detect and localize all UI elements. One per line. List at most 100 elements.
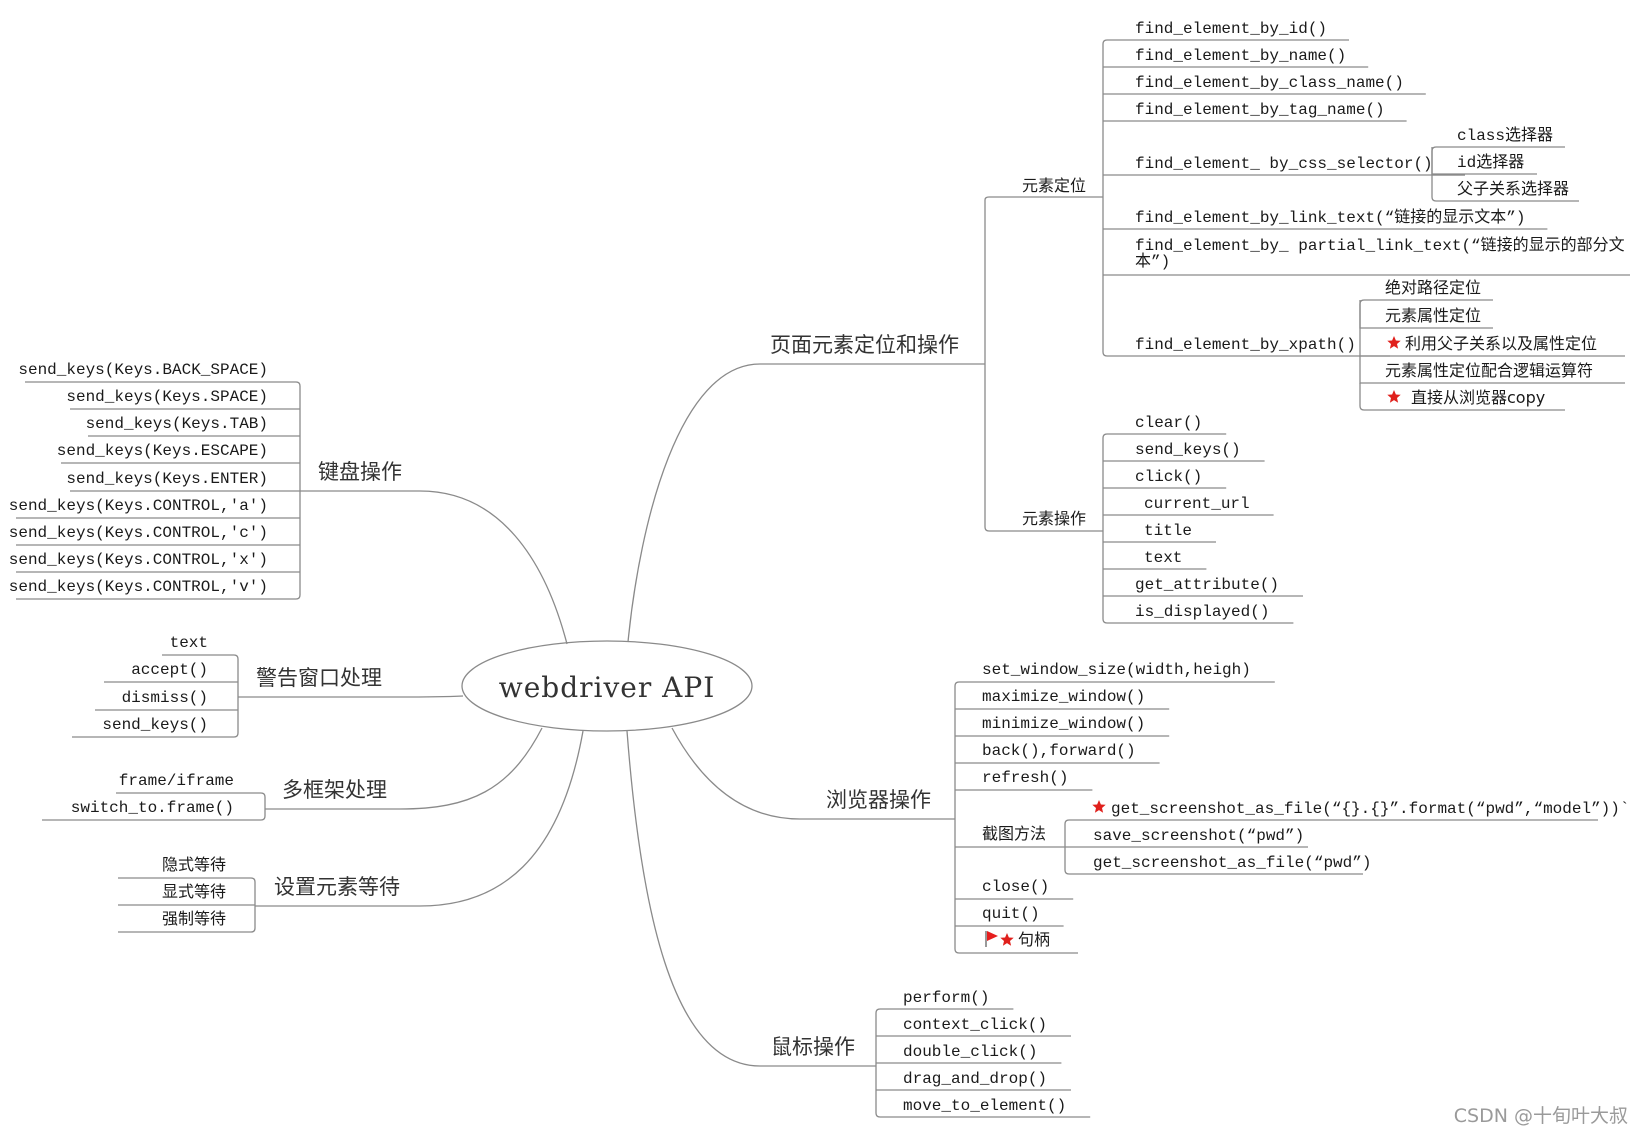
browser-item[interactable]: refresh(): [955, 769, 1093, 791]
keyboard-label: send_keys(Keys.ENTER): [66, 470, 268, 488]
branch-label-browser[interactable]: 浏览器操作: [826, 788, 931, 812]
browser-item[interactable]: back(),forward(): [955, 742, 1160, 764]
keyboard-label: send_keys(Keys.CONTROL,'v'): [9, 578, 268, 596]
browser-item[interactable]: quit(): [955, 905, 1064, 927]
flag-icon: [985, 931, 998, 947]
locate-item[interactable]: find_element_by_class_name(): [1103, 74, 1426, 95]
operate-item[interactable]: text: [1103, 549, 1207, 570]
browser-label: minimize_window(): [982, 715, 1145, 733]
operate-item[interactable]: current_url: [1103, 495, 1274, 516]
css-selector-label: id选择器: [1457, 153, 1524, 172]
branch-label-keyboard[interactable]: 键盘操作: [318, 460, 402, 484]
operate-label: current_url: [1144, 495, 1250, 513]
connector-alert: [238, 695, 464, 698]
keyboard-label: send_keys(Keys.TAB): [86, 415, 268, 433]
star-icon: [1387, 336, 1401, 349]
alert-items: text accept() dismiss() send_keys(): [72, 634, 239, 738]
keyboard-items: send_keys(Keys.BACK_SPACE) send_keys(Keys…: [9, 361, 301, 600]
frame-items: frame/iframe switch_to.frame(): [42, 772, 266, 821]
operate-item[interactable]: click(): [1103, 468, 1227, 489]
mouse-label: context_click(): [903, 1016, 1047, 1034]
keyboard-label: send_keys(Keys.ESCAPE): [57, 442, 268, 460]
locate-subitems: 绝对路径定位元素属性定位利用父子关系以及属性定位元素属性定位配合逻辑运算符直接从…: [1359, 278, 1625, 411]
keyboard-item[interactable]: send_keys(Keys.CONTROL,'x'): [9, 551, 300, 573]
branch-label-alert[interactable]: 警告窗口处理: [256, 666, 382, 690]
browser-item[interactable]: set_window_size(width,heigh): [954, 661, 1275, 819]
operate-label: title: [1144, 522, 1192, 540]
page-elements-subtree: 元素定位 元素操作 find_element_by_id()find_eleme…: [984, 20, 1630, 624]
browser-label: refresh(): [982, 769, 1068, 787]
css-selector-label: 父子关系选择器: [1457, 179, 1569, 198]
wait-label: 显式等待: [162, 882, 226, 901]
frame-label: frame/iframe: [119, 772, 234, 790]
browser-item[interactable]: maximize_window(): [955, 688, 1170, 710]
operate-label[interactable]: 元素操作: [1022, 509, 1086, 528]
locate-items: find_element_by_id() find_element_by_name…: [1102, 20, 1630, 411]
keyboard-item[interactable]: send_keys(Keys.SPACE): [66, 388, 300, 410]
browser-label: quit(): [982, 905, 1040, 923]
css-selector-label: class选择器: [1457, 126, 1553, 145]
xpath-item[interactable]: 利用父子关系以及属性定位: [1359, 328, 1625, 357]
mouse-label: move_to_element(): [903, 1097, 1066, 1115]
wait-item[interactable]: 显式等待: [118, 882, 255, 906]
locate-label: find_element_by_tag_name(): [1135, 101, 1385, 119]
keyboard-item[interactable]: send_keys(Keys.TAB): [86, 415, 300, 437]
browser-label: maximize_window(): [982, 688, 1145, 706]
mouse-item[interactable]: context_click(): [876, 1016, 1071, 1037]
css-selector-item[interactable]: id选择器: [1431, 147, 1537, 175]
browser-items: set_window_size(width,heigh) maximize_win…: [954, 661, 1629, 954]
locate-label: find_element_by_name(): [1135, 47, 1346, 65]
browser-label: set_window_size(width,heigh): [982, 661, 1251, 679]
root-node[interactable]: webdriver API: [461, 640, 753, 732]
keyboard-item[interactable]: send_keys(Keys.ESCAPE): [57, 442, 300, 464]
branch-label-wait[interactable]: 设置元素等待: [274, 875, 400, 899]
alert-item[interactable]: dismiss(): [95, 689, 238, 711]
alert-item[interactable]: accept(): [104, 661, 238, 683]
branch-label-mouse[interactable]: 鼠标操作: [771, 1035, 855, 1059]
operate-item[interactable]: get_attribute(): [1103, 576, 1303, 597]
branch-label-page-elements[interactable]: 页面元素定位和操作: [770, 333, 959, 357]
locate-item[interactable]: find_element_by_name(): [1103, 47, 1369, 68]
screenshot-item-label: get_screenshot_as_file(“{}.{}”.format(“p…: [1111, 800, 1629, 818]
keyboard-item[interactable]: send_keys(Keys.ENTER): [66, 470, 300, 492]
operate-label: get_attribute(): [1135, 576, 1279, 594]
locate-label: find_element_by_xpath(): [1135, 336, 1356, 354]
browser-item[interactable]: minimize_window(): [955, 715, 1170, 737]
xpath-item[interactable]: 元素属性定位配合逻辑运算符: [1359, 356, 1625, 384]
locate-item[interactable]: find_element_ by_css_selector() class选择器 i…: [1103, 126, 1579, 202]
locate-label: find_element_by_id(): [1135, 20, 1327, 38]
alert-label: accept(): [131, 661, 208, 679]
xpath-item[interactable]: 元素属性定位: [1359, 300, 1493, 329]
mouse-item[interactable]: drag_and_drop(): [876, 1070, 1071, 1091]
frame-item[interactable]: switch_to.frame(): [42, 799, 266, 821]
operate-item[interactable]: title: [1103, 522, 1216, 543]
browser-item[interactable]: 截图方法 get_screenshot_as_file(“{}.{}”.forma…: [955, 800, 1629, 875]
css-selector-item[interactable]: 父子关系选择器: [1431, 174, 1579, 202]
wait-item[interactable]: 强制等待: [118, 906, 256, 933]
branch-label-frame[interactable]: 多框架处理: [282, 778, 387, 802]
screenshot-subitems: get_screenshot_as_file(“{}.{}”.format(“p…: [1064, 800, 1629, 875]
connector-keyboard: [300, 490, 568, 645]
locate-item[interactable]: find_element_by_tag_name(): [1103, 101, 1407, 122]
locate-label-line2: 本”): [1135, 252, 1170, 271]
browser-item[interactable]: close(): [955, 878, 1074, 900]
wait-items: 隐式等待显式等待强制等待: [118, 855, 256, 933]
mouse-item[interactable]: double_click(): [876, 1043, 1062, 1064]
screenshot-item[interactable]: save_screenshot(“pwd”): [1067, 827, 1308, 848]
locate-subitems: class选择器 id选择器父子关系选择器: [1431, 126, 1579, 202]
operate-label: is_displayed(): [1135, 603, 1269, 621]
screenshot-item-label: get_screenshot_as_file(“pwd”): [1093, 854, 1371, 872]
keyboard-item[interactable]: send_keys(Keys.CONTROL,'a'): [9, 497, 300, 519]
locate-label: find_element_by_ partial_link_text(“链接的显…: [1135, 236, 1625, 255]
operate-label: click(): [1135, 468, 1202, 486]
alert-label: send_keys(): [102, 716, 208, 734]
watermark: CSDN @十旬叶大叔: [1454, 1105, 1628, 1127]
operate-item[interactable]: send_keys(): [1103, 441, 1265, 462]
operate-label: clear(): [1135, 414, 1202, 432]
locate-label[interactable]: 元素定位: [1022, 176, 1086, 195]
locate-item[interactable]: find_element_by_link_text(“链接的显示文本”): [1103, 208, 1548, 230]
keyboard-item[interactable]: send_keys(Keys.CONTROL,'c'): [9, 524, 300, 546]
screenshot-item[interactable]: get_screenshot_as_file(“pwd”): [1064, 847, 1371, 875]
xpath-item[interactable]: 直接从浏览器copy: [1359, 383, 1565, 411]
locate-item[interactable]: find_element_by_ partial_link_text(“链接的显…: [1103, 236, 1630, 276]
